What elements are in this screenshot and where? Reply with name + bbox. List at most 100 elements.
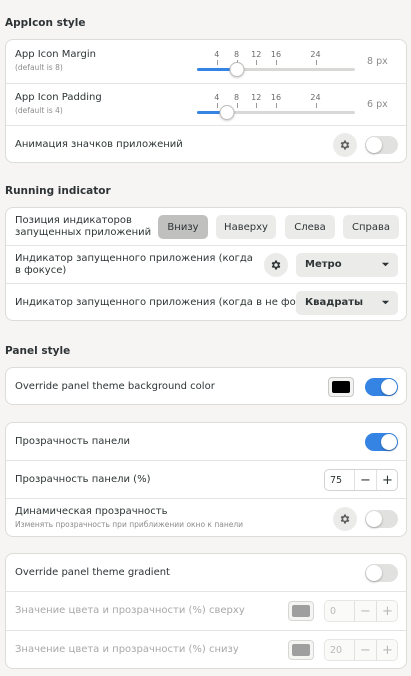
switch-knob <box>381 434 397 450</box>
switch-knob <box>366 565 382 581</box>
dynamic-settings-button[interactable] <box>333 507 357 531</box>
section-title-panel: Panel style <box>5 345 71 357</box>
slider-tick-label: 16 <box>270 93 282 102</box>
switch-knob <box>366 137 382 153</box>
gradient-top-color-button[interactable] <box>288 601 314 621</box>
slider-tick <box>256 103 258 108</box>
margin-slider[interactable]: 4 8 12 16 24 <box>197 50 355 80</box>
transparency-pct-spinbutton[interactable]: 75 − + <box>324 469 398 491</box>
decrement-button[interactable]: − <box>354 601 376 621</box>
slider-tick-label: 24 <box>310 93 321 102</box>
focused-settings-button[interactable] <box>264 253 288 277</box>
gradient-top-label: Значение цвета и прозрачности (%) сверху <box>15 605 245 616</box>
section-title-running: Running indicator <box>5 185 111 197</box>
decrement-button[interactable]: − <box>354 470 376 490</box>
padding-sublabel: (default is 4) <box>15 106 63 115</box>
slider-handle[interactable] <box>229 62 244 77</box>
slider-tick-label: 8 <box>233 93 240 102</box>
slider-tick <box>276 60 277 65</box>
gradient-switch[interactable] <box>365 564 398 582</box>
row-margin: App Icon Margin (default is 8) 4 8 12 16 24 … <box>6 40 406 84</box>
slider-tick-label: 24 <box>310 50 321 59</box>
transparency-card: Прозрачность панели Прозрачность панели … <box>5 422 407 537</box>
animation-switch[interactable] <box>365 136 398 154</box>
slider-tick-labels: 4 8 12 16 24 <box>197 93 355 103</box>
unfocused-dropdown[interactable]: Квадраты <box>296 291 398 315</box>
dynamic-label: Динамическая прозрачность <box>15 506 168 517</box>
position-left-button[interactable]: Слева <box>285 215 335 239</box>
unfocused-label: Индикатор запущенного приложения (когда … <box>15 297 324 308</box>
gradient-bottom-value[interactable]: 20 <box>330 645 342 656</box>
dynamic-switch[interactable] <box>365 510 398 528</box>
row-transparency: Прозрачность панели <box>6 423 406 461</box>
override-bg-label: Override panel theme background color <box>15 381 215 392</box>
color-swatch-fill <box>292 605 310 617</box>
appicon-card: App Icon Margin (default is 8) 4 8 12 16 24 … <box>5 39 407 163</box>
switch-knob <box>366 511 382 527</box>
gear-icon <box>340 140 350 150</box>
slider-tick-label: 16 <box>270 50 282 59</box>
slider-tick <box>216 60 218 65</box>
slider-tick-label: 4 <box>214 50 220 59</box>
focused-label: Индикатор запущенного приложения (когда … <box>15 253 253 276</box>
slider-tick <box>276 103 277 108</box>
transparency-label: Прозрачность панели <box>15 436 130 447</box>
row-focused: Индикатор запущенного приложения (когда … <box>6 246 406 284</box>
margin-label: App Icon Margin <box>15 49 96 60</box>
slider-tick-label: 8 <box>233 50 240 59</box>
slider-tick <box>315 103 317 108</box>
unfocused-dropdown-value: Квадраты <box>305 297 364 308</box>
gradient-label: Override panel theme gradient <box>15 567 170 578</box>
slider-tick-labels: 4 8 12 16 24 <box>197 50 355 60</box>
row-override-bg: Override panel theme background color <box>6 368 406 406</box>
row-gradient-bottom: Значение цвета и прозрачности (%) снизу … <box>6 631 406 670</box>
override-bg-switch[interactable] <box>365 378 398 396</box>
transparency-pct-value[interactable]: 75 <box>330 475 342 486</box>
row-gradient: Override panel theme gradient <box>6 554 406 592</box>
slider-tick <box>256 60 258 65</box>
slider-tick <box>216 103 218 108</box>
decrement-button[interactable]: − <box>354 640 376 660</box>
focused-dropdown-value: Метро <box>305 259 342 270</box>
row-unfocused: Индикатор запущенного приложения (когда … <box>6 284 406 322</box>
switch-knob <box>381 379 397 395</box>
increment-button[interactable]: + <box>376 601 398 621</box>
padding-slider[interactable]: 4 8 12 16 24 <box>197 93 355 123</box>
color-swatch-fill <box>332 381 350 393</box>
row-position: Позиция индикаторов запущенных приложени… <box>6 208 406 246</box>
transparency-pct-label: Прозрачность панели (%) <box>15 474 151 485</box>
row-dynamic: Динамическая прозрачность Изменять прозр… <box>6 499 406 538</box>
gradient-card: Override panel theme gradient Значение ц… <box>5 553 407 669</box>
gradient-top-value[interactable]: 0 <box>330 606 336 617</box>
gradient-bottom-color-button[interactable] <box>288 640 314 660</box>
slider-tick <box>315 60 317 65</box>
focused-dropdown[interactable]: Метро <box>296 253 398 277</box>
slider-tick-label: 12 <box>251 93 262 102</box>
gradient-bottom-label: Значение цвета и прозрачности (%) снизу <box>15 644 239 655</box>
position-right-button[interactable]: Справа <box>343 215 399 239</box>
color-swatch-fill <box>292 644 310 656</box>
animation-label: Анимация значков приложений <box>15 139 183 150</box>
bg-color-button[interactable] <box>328 377 354 397</box>
row-transparency-pct: Прозрачность панели (%) 75 − + <box>6 461 406 499</box>
increment-button[interactable]: + <box>376 640 398 660</box>
dynamic-sublabel: Изменять прозрачность при приближении ок… <box>15 520 244 529</box>
gear-icon <box>340 514 350 524</box>
margin-value: 8 px <box>367 56 388 67</box>
chevron-down-icon <box>381 300 390 305</box>
padding-value: 6 px <box>367 99 388 110</box>
row-gradient-top: Значение цвета и прозрачности (%) сверху… <box>6 592 406 631</box>
position-top-button[interactable]: Наверху <box>216 215 276 239</box>
chevron-down-icon <box>381 262 390 267</box>
transparency-switch[interactable] <box>365 433 398 451</box>
gradient-bottom-spinbutton[interactable]: 20 − + <box>324 639 398 661</box>
padding-label: App Icon Padding <box>15 92 102 103</box>
slider-tick <box>236 103 238 108</box>
animation-settings-button[interactable] <box>333 133 357 157</box>
increment-button[interactable]: + <box>376 470 398 490</box>
slider-handle[interactable] <box>219 105 235 120</box>
slider-tick-label: 4 <box>214 93 220 102</box>
position-bottom-button[interactable]: Внизу <box>158 215 208 239</box>
gradient-top-spinbutton[interactable]: 0 − + <box>324 600 398 622</box>
gear-icon <box>271 260 281 270</box>
